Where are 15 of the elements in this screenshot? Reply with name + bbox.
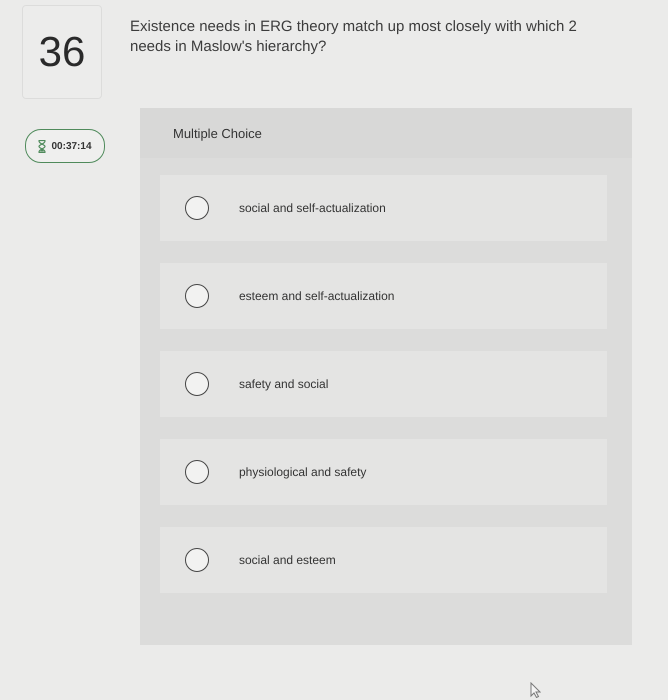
radio-button[interactable]: [185, 284, 209, 308]
answer-option[interactable]: esteem and self-actualization: [160, 263, 607, 329]
radio-button[interactable]: [185, 548, 209, 572]
question-text: Existence needs in ERG theory match up most closely with which 2 needs in Maslow's hierarchy?: [130, 17, 578, 57]
answer-option[interactable]: physiological and safety: [160, 439, 607, 505]
hourglass-icon: [38, 140, 46, 152]
answer-option[interactable]: social and self-actualization: [160, 175, 607, 241]
radio-button[interactable]: [185, 460, 209, 484]
question-number: 36: [22, 5, 102, 99]
timer-text: 00:37:14: [51, 140, 92, 152]
answer-option[interactable]: social and esteem: [160, 527, 607, 593]
answer-option[interactable]: safety and social: [160, 351, 607, 417]
question-type-label: Multiple Choice: [140, 108, 632, 158]
radio-button[interactable]: [185, 372, 209, 396]
radio-button[interactable]: [185, 196, 209, 220]
